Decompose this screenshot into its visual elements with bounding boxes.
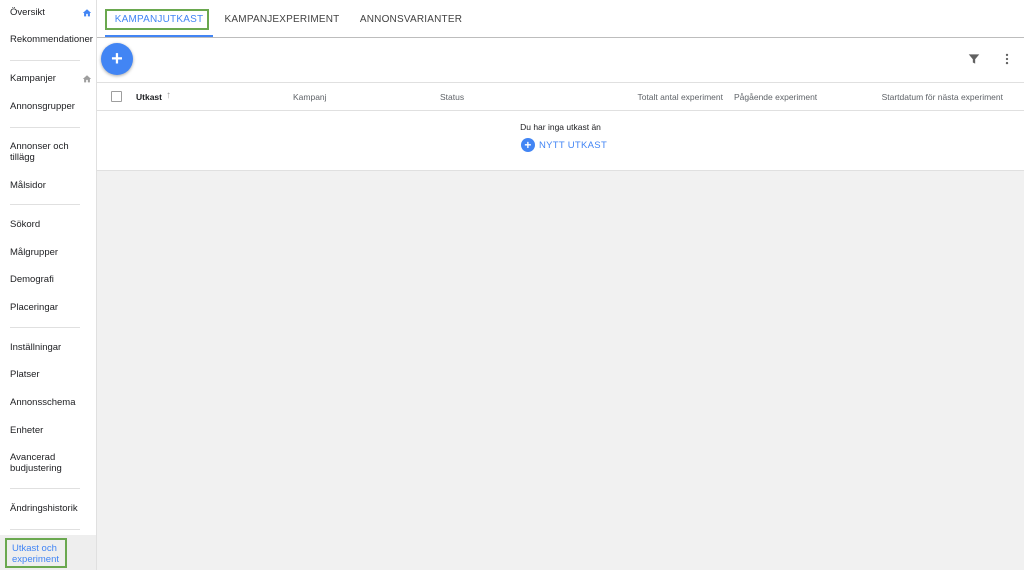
sidebar-item-devices[interactable]: Enheter [10,425,92,436]
tab-campaign-drafts[interactable]: KAMPANJUTKAST [105,0,213,38]
sidebar-item-locations[interactable]: Platser [10,369,92,380]
more-vert-icon[interactable] [1000,52,1014,66]
sidebar-divider [10,60,80,61]
column-header-status[interactable]: Status [440,92,464,102]
toolbar: + [97,38,1024,83]
sidebar-item-label: Placeringar [10,302,59,313]
sidebar-divider [10,488,80,489]
home-icon [82,74,92,84]
add-circle-icon: + [521,138,535,152]
sidebar-item-label: Översikt [10,7,45,18]
sidebar-item-label: Målsidor [10,180,46,191]
column-header-total-experiments[interactable]: Totalt antal experiment [637,92,723,102]
sidebar-item-audiences[interactable]: Målgrupper [10,247,92,258]
sidebar-item-label: Rekommendationer [10,34,93,45]
home-icon [82,8,92,18]
column-header-draft[interactable]: Utkast [136,92,162,102]
sidebar-item-ad-groups[interactable]: Annonsgrupper [10,101,92,112]
sidebar: Översikt Rekommendationer Kampanjer Anno… [0,0,97,570]
sidebar-item-label: Enheter [10,425,44,436]
sidebar-item-campaigns[interactable]: Kampanjer [10,73,92,84]
tab-bar: KAMPANJUTKAST KAMPANJEXPERIMENT ANNONSVA… [97,0,1024,38]
sidebar-item-label: Platser [10,369,40,380]
sidebar-item-settings[interactable]: Inställningar [10,342,92,353]
sidebar-divider [10,204,80,205]
sidebar-item-recommendations[interactable]: Rekommendationer [10,34,93,45]
sidebar-item-label: Inställningar [10,342,62,353]
empty-state-message: Du har inga utkast än [520,122,601,132]
sort-arrow-up-icon[interactable]: ↑ [166,90,171,101]
sidebar-item-label: Demografi [10,274,54,285]
sidebar-divider [10,529,80,530]
sidebar-item-demographics[interactable]: Demografi [10,274,92,285]
sidebar-item-keywords[interactable]: Sökord [10,219,92,230]
tab-campaign-experiments[interactable]: KAMPANJEXPERIMENT [219,0,345,38]
sidebar-divider [10,127,80,128]
sidebar-item-landing-pages[interactable]: Målsidor [10,180,92,191]
sidebar-item-label: experiment [12,554,59,565]
add-button[interactable]: + [101,43,133,75]
sidebar-item-placements[interactable]: Placeringar [10,302,92,313]
sidebar-item-label: tillägg [10,152,35,163]
sidebar-item-label: Ändringshistorik [10,503,78,514]
column-header-next-start-date[interactable]: Startdatum för nästa experiment [882,92,1003,102]
table-header: Utkast ↑ Kampanj Status Totalt antal exp… [97,83,1024,111]
sidebar-item-change-history[interactable]: Ändringshistorik [10,503,92,514]
active-tab-indicator [105,35,213,37]
tab-ad-variations[interactable]: ANNONSVARIANTER [359,0,463,38]
new-draft-button[interactable]: + NYTT UTKAST [521,138,607,152]
sidebar-item-label: Sökord [10,219,41,230]
filter-icon[interactable] [967,52,981,66]
sidebar-item-label: Annonser och [10,141,69,152]
sidebar-item-label: Målgrupper [10,247,59,258]
sidebar-item-label: budjustering [10,463,62,474]
column-header-running-experiments[interactable]: Pågående experiment [734,92,817,102]
sidebar-item-label: Annonsschema [10,397,76,408]
sidebar-item-label: Kampanjer [10,73,56,84]
sidebar-item-label: Annonsgrupper [10,101,75,112]
sidebar-item-label: Utkast och [12,543,57,554]
sidebar-item-ads-extensions[interactable]: Annonser och tillägg [10,141,92,163]
sidebar-item-ad-schedule[interactable]: Annonsschema [10,397,92,408]
sidebar-divider [10,327,80,328]
sidebar-item-advanced-bid-adjustments[interactable]: Avancerad budjustering [10,452,92,474]
sidebar-item-label: Avancerad [10,452,56,463]
new-draft-label: NYTT UTKAST [539,139,608,151]
select-all-checkbox[interactable] [111,91,122,102]
sidebar-item-drafts-experiments[interactable]: Utkast och experiment [5,538,67,568]
sidebar-item-overview[interactable]: Översikt [10,7,92,18]
plus-icon: + [111,48,123,70]
empty-state: Du har inga utkast än + NYTT UTKAST [97,111,1024,171]
column-header-campaign[interactable]: Kampanj [293,92,327,102]
